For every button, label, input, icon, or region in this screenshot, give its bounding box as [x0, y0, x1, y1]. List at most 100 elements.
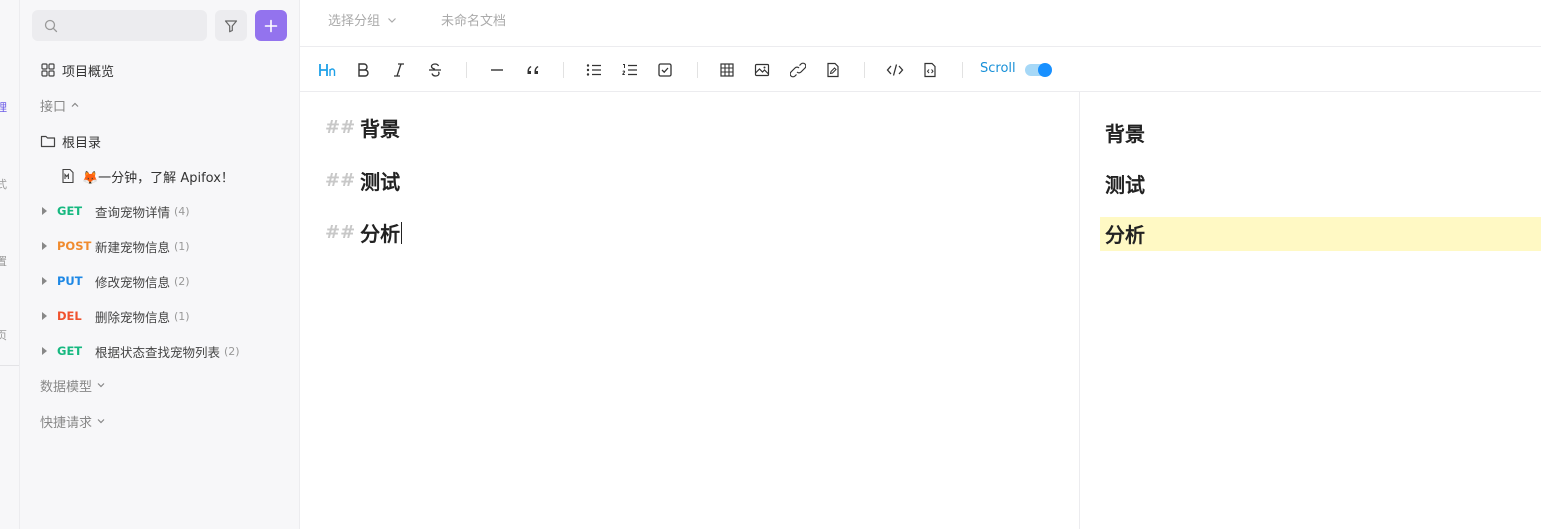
link-button[interactable]	[787, 59, 809, 81]
api-name: 删除宠物信息	[95, 309, 171, 325]
toolbar-divider	[962, 62, 963, 78]
api-name: 修改宠物信息	[95, 274, 171, 290]
preview-heading: 测试	[1105, 173, 1145, 197]
heading-marker: ##	[325, 222, 356, 243]
sidebar: 项目概览 接口 根目录 🦊一分钟，了解 Apifox！ GET 查询宠物详情 (…	[20, 0, 300, 529]
bold-button[interactable]	[352, 59, 374, 81]
group-select-label: 选择分组	[328, 14, 381, 29]
api-item[interactable]: GET 根据状态查找宠物列表 (2)	[42, 340, 240, 362]
quote-button[interactable]	[522, 59, 544, 81]
editor-line-text: 分析	[360, 222, 401, 246]
active-line-highlight	[1100, 217, 1541, 251]
italic-icon	[394, 63, 404, 77]
italic-button[interactable]	[388, 59, 410, 81]
chevron-down-icon	[97, 419, 105, 424]
group-select[interactable]: 选择分组	[328, 10, 398, 29]
table-button[interactable]	[716, 59, 738, 81]
grid-icon	[41, 63, 55, 77]
rail-item-4[interactable]: 页	[0, 327, 7, 343]
editor-line-text: 背景	[360, 117, 401, 141]
toolbar-divider	[697, 62, 698, 78]
api-item[interactable]: POST 新建宠物信息 (1)	[42, 235, 190, 257]
api-name: 新建宠物信息	[95, 239, 171, 255]
image-button[interactable]	[751, 59, 773, 81]
heading-button[interactable]	[317, 59, 339, 81]
strikethrough-icon	[429, 63, 441, 77]
doc-title-input[interactable]: 未命名文档	[441, 10, 506, 29]
api-count: (1)	[174, 239, 190, 253]
caret-right-icon[interactable]	[42, 242, 47, 250]
left-rail: 理 式 置 页 ·	[0, 0, 20, 529]
code-file-icon	[924, 62, 936, 78]
search-box[interactable]	[32, 10, 207, 41]
caret-right-icon[interactable]	[42, 312, 47, 320]
pen-file-icon	[827, 62, 839, 78]
doc-item-label: 🦊一分钟，了解 Apifox！	[82, 170, 234, 186]
ordered-list-button[interactable]	[619, 59, 641, 81]
api-item[interactable]: PUT 修改宠物信息 (2)	[42, 270, 190, 292]
api-name: 根据状态查找宠物列表	[95, 344, 221, 360]
add-button[interactable]	[255, 10, 287, 41]
api-item[interactable]: DEL 删除宠物信息 (1)	[42, 305, 190, 327]
markdown-file-icon	[62, 168, 74, 184]
section-label: 接口	[40, 99, 67, 115]
markdown-preview: 背景 测试 分析	[1079, 92, 1541, 529]
editor-line[interactable]: ## 测试	[325, 166, 400, 195]
folder-root[interactable]: 根目录	[40, 130, 101, 152]
scroll-sync-toggle[interactable]	[1025, 63, 1052, 77]
section-label: 快捷请求	[40, 415, 93, 431]
edit-button[interactable]	[822, 59, 844, 81]
caret-right-icon[interactable]	[42, 347, 47, 355]
app-window: 理 式 置 页 ·	[0, 0, 1541, 529]
markdown-editor[interactable]: ## 背景 ## 测试 ## 分析	[300, 92, 1080, 529]
editor-line[interactable]: ## 分析	[325, 218, 403, 247]
api-count: (2)	[224, 344, 240, 358]
rail-item-2[interactable]: 式	[0, 176, 7, 192]
chevron-down-icon	[388, 17, 396, 23]
caret-right-icon[interactable]	[42, 277, 47, 285]
image-icon	[754, 63, 770, 77]
bullet-list-button[interactable]	[583, 59, 605, 81]
filter-icon	[224, 19, 238, 32]
quote-icon	[527, 66, 539, 74]
link-icon	[790, 62, 806, 78]
method-badge: GET	[57, 344, 83, 358]
folder-label: 根目录	[62, 135, 102, 151]
rail-divider	[0, 365, 19, 366]
section-data-model[interactable]: 数据模型	[40, 374, 106, 396]
top-bar: 选择分组 未命名文档	[300, 0, 1541, 47]
editor-toolbar: Scroll	[300, 47, 1541, 92]
plus-icon	[264, 19, 278, 32]
rail-item-3[interactable]: 置	[0, 253, 7, 269]
table-icon	[720, 63, 734, 77]
scroll-sync-label: Scroll	[980, 61, 1016, 76]
ordered-list-icon	[622, 64, 637, 76]
api-count: (1)	[174, 309, 190, 323]
section-interface[interactable]: 接口	[40, 94, 80, 116]
bold-icon	[358, 63, 369, 77]
strikethrough-button[interactable]	[424, 59, 446, 81]
chevron-up-icon	[71, 102, 79, 107]
search-input[interactable]	[62, 10, 202, 41]
code-block-button[interactable]	[919, 59, 941, 81]
filter-button[interactable]	[215, 10, 247, 41]
caret-right-icon[interactable]	[42, 207, 47, 215]
bullet-list-icon	[586, 64, 601, 76]
rail-item-1[interactable]: 理	[0, 99, 7, 115]
toolbar-divider	[466, 62, 467, 78]
code-button[interactable]	[884, 59, 906, 81]
method-badge: PUT	[57, 274, 83, 288]
horizontal-rule-button[interactable]	[486, 59, 508, 81]
doc-item[interactable]: 🦊一分钟，了解 Apifox！	[60, 165, 234, 187]
task-list-button[interactable]	[654, 59, 676, 81]
checkbox-icon	[658, 63, 672, 77]
editor-line[interactable]: ## 背景	[325, 113, 400, 142]
toolbar-divider	[563, 62, 564, 78]
section-quick-request[interactable]: 快捷请求	[40, 410, 106, 432]
section-label: 数据模型	[40, 379, 93, 395]
method-badge: DEL	[57, 309, 82, 323]
preview-heading: 背景	[1105, 122, 1145, 146]
sidebar-item-overview[interactable]: 项目概览	[40, 59, 114, 81]
preview-heading: 分析	[1105, 223, 1145, 247]
api-item[interactable]: GET 查询宠物详情 (4)	[42, 200, 190, 222]
